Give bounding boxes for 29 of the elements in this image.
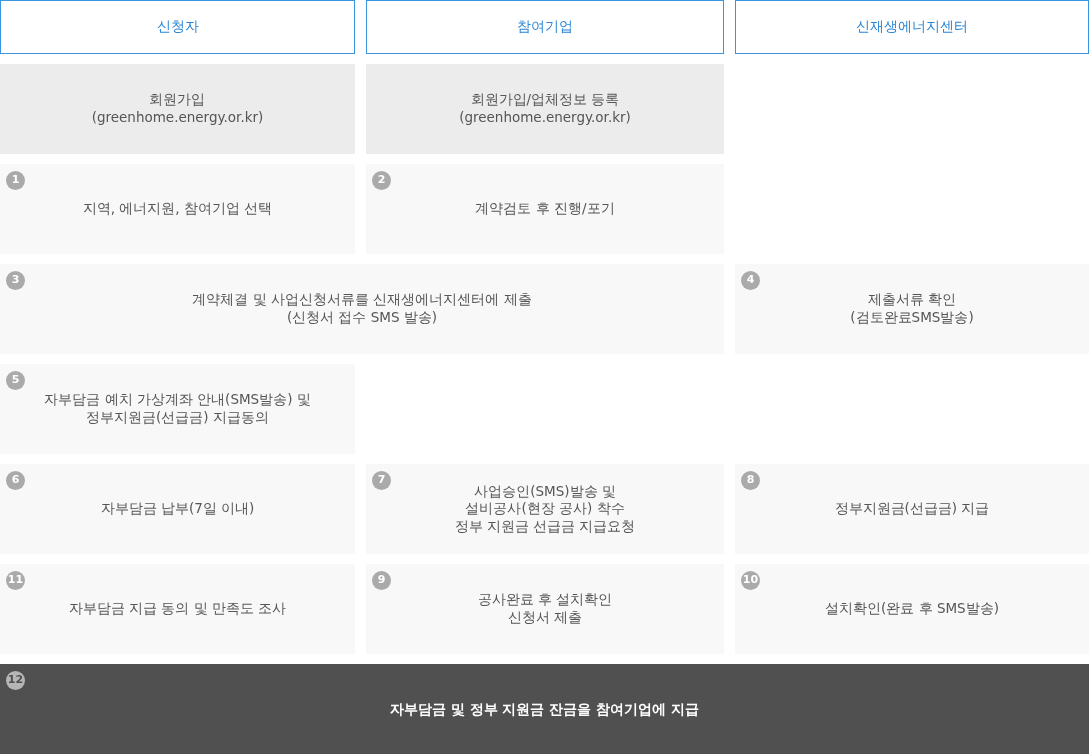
step-text: 회원가입/업체정보 등록 (greenhome.energy.or.kr) — [458, 91, 632, 127]
step-text: 계약검토 후 진행/포기 — [474, 200, 616, 218]
step-number: 11 — [6, 571, 25, 590]
step-text: 계약체결 및 사업신청서류를 신재생에너지센터에 제출 (신청서 접수 SMS 발송) — [191, 291, 533, 327]
step-number: 5 — [6, 371, 25, 390]
step-text: 정부지원금(선급금) 지급 — [833, 500, 991, 518]
step-number: 9 — [372, 571, 391, 590]
column-header: 참여기업 — [366, 0, 724, 54]
step-text: 지역, 에너지원, 참여기업 선택 — [81, 200, 274, 218]
step-number: 3 — [6, 271, 25, 290]
step-number: 8 — [741, 471, 760, 490]
step-text: 자부담금 지급 동의 및 만족도 조사 — [67, 600, 288, 618]
step-text: 회원가입 (greenhome.energy.or.kr) — [90, 91, 265, 127]
step-number: 7 — [372, 471, 391, 490]
step-number: 1 — [6, 171, 25, 190]
step-text: 공사완료 후 설치확인 신청서 제출 — [476, 591, 614, 627]
step-text: 사업승인(SMS)발송 및 설비공사(현장 공사) 착수 정부 지원금 선급금 지급요청 — [453, 482, 637, 536]
step-number: 6 — [6, 471, 25, 490]
step-text: 자부담금 납부(7일 이내) — [99, 500, 256, 518]
column-header: 신재생에너지센터 — [735, 0, 1089, 54]
step-text: 자부담금 및 정부 지원금 잔금을 참여기업에 지급 — [388, 699, 701, 719]
column-header: 신청자 — [0, 0, 355, 54]
step-number: 10 — [741, 571, 760, 590]
step-text: 설치확인(완료 후 SMS발송) — [824, 600, 1000, 618]
step-text: 자부담금 예치 가상계좌 안내(SMS발송) 및 정부지원금(선급금) 지급동의 — [43, 391, 312, 427]
step-number: 12 — [6, 671, 25, 690]
step-number: 4 — [741, 271, 760, 290]
step-number: 2 — [372, 171, 391, 190]
step-text: 제출서류 확인 (검토완료SMS발송) — [849, 291, 975, 327]
